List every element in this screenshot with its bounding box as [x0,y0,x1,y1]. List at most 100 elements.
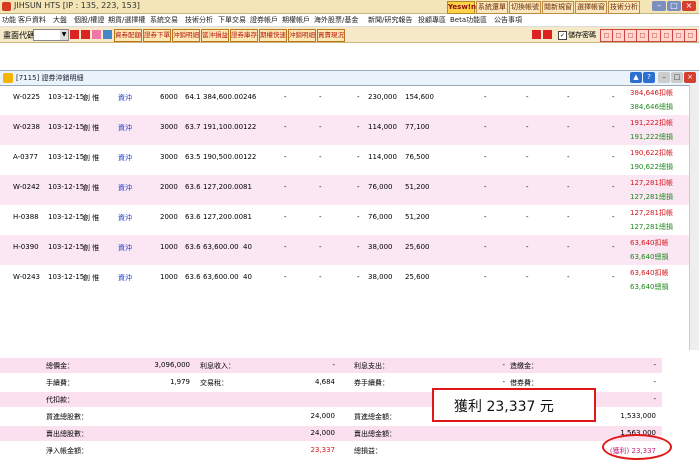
subwindow-title: [7115] 證券沖銷明細 [16,74,84,82]
minimize-icon[interactable]: – [652,1,666,11]
cell-c6: - [567,183,570,191]
cell-c2: - [319,123,322,131]
table-row[interactable]: W-0243 103-12-15 創 惟 資沖 1000 63.6 63,600.00 40 -… [0,265,689,295]
table-row[interactable]: W-0238 103-12-15 創 惟 資沖 3000 63.7 191,100.00 12… [0,115,689,145]
cell-c2: - [319,153,322,161]
brand-badge[interactable]: Yesw!n [447,1,476,14]
toolbar-button[interactable]: 沖銷明細 [288,29,316,42]
menu-item[interactable]: 期貨/選擇權 [108,15,145,25]
screen-code-input[interactable]: ▼ [33,29,69,41]
minimize-icon[interactable]: – [658,72,670,83]
menu-item[interactable]: 投顧專區 [418,15,446,25]
menu-item[interactable]: 大盤 [53,15,67,25]
red-square-icon[interactable] [70,30,79,39]
cell-date: 103-12-15 [48,153,85,161]
table-row[interactable]: W-0225 103-12-15 創 惟 資沖 6000 64.1 384,600.00 24… [0,85,689,115]
profit-highlight-circle [602,434,672,460]
cell-v1: 76,000 [368,183,393,191]
cell-name: 創 惟 [83,244,100,252]
cell-c3: - [357,273,360,281]
toolbar-button[interactable]: 證券下單 [143,29,171,42]
red-square-icon[interactable] [81,30,90,39]
cell-amount: 190,500.00 [203,153,244,161]
cell-c4: - [484,93,487,101]
pink-square-icon[interactable] [92,30,101,39]
menu-item[interactable]: 公告事項 [494,15,522,25]
cell-fee: 81 [243,183,252,191]
cell-c3: - [357,153,360,161]
toolbar-button[interactable]: 買賣現況 [317,29,345,42]
cell-c3: - [357,93,360,101]
cell-id: W-0243 [13,273,40,281]
red-square-icon[interactable] [543,30,552,39]
cell-c3: - [357,213,360,221]
toolbar-button[interactable]: 證券庫存 [230,29,258,42]
cell-fee: 40 [243,273,252,281]
toolbar-button[interactable]: 沖銷明細 [172,29,200,42]
vertical-scrollbar[interactable] [689,85,699,350]
table-row[interactable]: W-0242 103-12-15 創 惟 資沖 2000 63.6 127,200.00 81… [0,175,689,205]
cell-type: 資沖 [118,184,132,192]
toolbar-button[interactable]: 當沖損益 [201,29,229,42]
menu-item[interactable]: 新聞/研究報告 [368,15,412,25]
maximize-icon[interactable]: □ [671,72,683,83]
summary-label: 代扣款： [46,396,74,404]
maximize-icon[interactable]: □ [667,1,681,11]
table-row[interactable]: H-0390 103-12-15 創 惟 資沖 1000 63.6 63,600.00 40 -… [0,235,689,265]
cell-pl-charge: 127,281扣帳 [630,179,673,187]
menu-item[interactable]: 期權帳戶 [282,15,310,25]
top-button-4[interactable]: 技術分析 [608,1,640,14]
cell-c1: - [284,213,287,221]
top-button-1[interactable]: 切換帳號 [509,1,541,14]
menu-item[interactable]: 系統交易 [150,15,178,25]
cell-date: 103-12-15 [48,123,85,131]
menu-item[interactable]: 功能 [2,15,16,25]
cell-name: 創 惟 [83,184,100,192]
save-password-checkbox[interactable]: ✓ [558,31,567,40]
menu-item[interactable]: 海外股票/基金 [314,15,358,25]
table-row[interactable]: H-0388 103-12-15 創 惟 資沖 2000 63.6 127,200.00 81… [0,205,689,235]
menu-item[interactable]: 客戶資料 [18,15,46,25]
menu-item[interactable]: Beta功能區 [450,15,487,25]
cell-type: 資沖 [118,124,132,132]
cell-fee: 122 [243,123,257,131]
menu-item[interactable]: 個股/權證 [74,15,104,25]
toolbar-button[interactable]: 資券配額 [114,29,142,42]
top-button-3[interactable]: 選擇帳窗 [575,1,607,14]
cell-pl-charge: 127,281扣帳 [630,209,673,217]
menu-item[interactable]: 下單交易 [218,15,246,25]
table-row[interactable]: A-0377 103-12-15 創 惟 資沖 3000 63.5 190,500.00 12… [0,145,689,175]
summary-value: - [502,378,505,386]
summary-value: - [332,361,335,369]
cell-date: 103-12-15 [48,93,85,101]
top-button-0[interactable]: 系統還單 [476,1,508,14]
cell-c6: - [567,93,570,101]
tool-icon[interactable]: □ [684,29,697,42]
blue-square-icon[interactable] [103,30,112,39]
red-square-icon[interactable] [532,30,541,39]
chevron-down-icon[interactable]: ▼ [60,30,68,40]
menu-item[interactable]: 證券帳戶 [250,15,278,25]
window-icon [3,73,13,83]
close-icon[interactable]: × [682,1,696,11]
cell-v2: 51,200 [405,183,430,191]
cell-c1: - [284,123,287,131]
cell-qty: 1000 [160,243,178,251]
cell-qty: 2000 [160,213,178,221]
toolbar-button[interactable]: 期權快速 [259,29,287,42]
menu-item[interactable]: 技術分析 [185,15,213,25]
cell-type: 資沖 [118,154,132,162]
close-icon[interactable]: × [684,72,696,83]
cell-v1: 114,000 [368,153,397,161]
cell-c7: - [612,213,615,221]
cell-date: 103-12-15 [48,183,85,191]
help-icon[interactable]: ? [643,72,655,83]
summary-label: 總損益： [354,447,382,455]
cell-c6: - [567,213,570,221]
summary-value: 24,000 [310,412,336,420]
info-icon[interactable]: ▲ [630,72,642,83]
summary-label: 利息支出： [354,362,389,370]
top-button-2[interactable]: 閱新規窗 [542,1,574,14]
cell-c4: - [484,243,487,251]
cell-v2: 51,200 [405,213,430,221]
